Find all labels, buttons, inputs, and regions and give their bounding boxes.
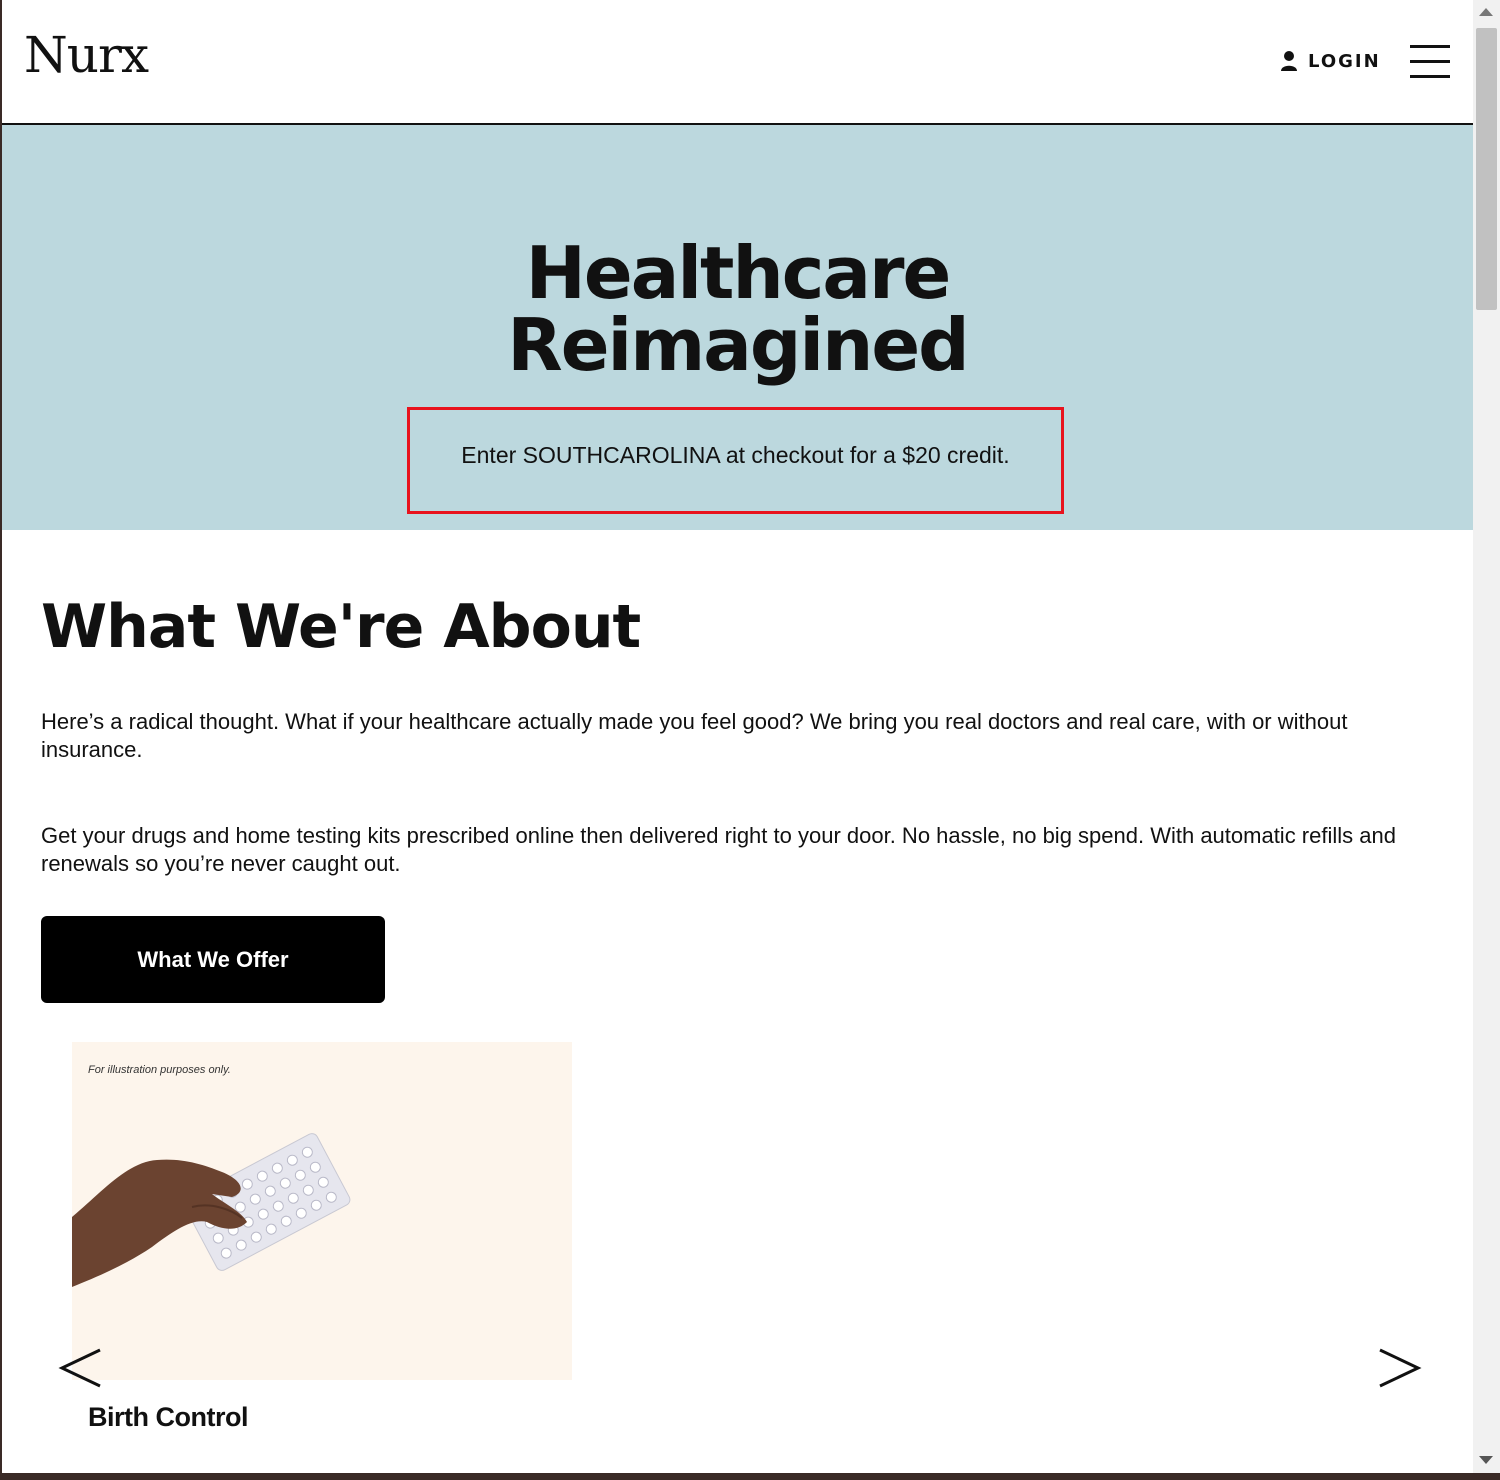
scroll-down-arrow-icon[interactable] (1479, 1456, 1493, 1464)
hero-banner: Healthcare Reimagined Enter SOUTHCAROLIN… (2, 125, 1473, 530)
login-link[interactable]: LOGIN (1280, 48, 1381, 74)
hamburger-menu-icon[interactable] (1410, 45, 1450, 79)
promo-banner: Enter SOUTHCAROLINA at checkout for a $2… (407, 407, 1064, 514)
site-header: Nurx LOGIN (2, 0, 1473, 125)
scrollbar-thumb[interactable] (1476, 28, 1497, 310)
chevron-left-icon[interactable] (52, 1336, 112, 1396)
hero-title-line2: Reimagined (507, 303, 969, 387)
what-we-offer-button[interactable]: What We Offer (41, 916, 385, 1003)
chevron-right-icon[interactable] (1370, 1336, 1430, 1396)
scroll-up-arrow-icon[interactable] (1479, 8, 1493, 16)
nurx-logo[interactable]: Nurx (24, 30, 149, 80)
about-paragraph-1: Here’s a radical thought. What if your h… (41, 709, 1348, 762)
hero-title: Healthcare Reimagined (2, 237, 1473, 381)
vertical-scrollbar[interactable] (1473, 0, 1500, 1473)
about-heading: What We're About (41, 592, 641, 662)
promo-text: Enter SOUTHCAROLINA at checkout for a $2… (461, 442, 1010, 468)
user-icon (1281, 51, 1297, 71)
carousel-card-image[interactable]: For illustration purposes only. (72, 1042, 572, 1380)
hand-holding-pill-pack-image (72, 1133, 351, 1287)
about-paragraph-2: Get your drugs and home testing kits pre… (41, 823, 1396, 876)
carousel-card-caption[interactable]: Birth Control (88, 1402, 248, 1433)
browser-viewport: Nurx LOGIN Healthcare Reimagined Enter S… (2, 0, 1473, 1473)
login-label: LOGIN (1308, 50, 1381, 72)
